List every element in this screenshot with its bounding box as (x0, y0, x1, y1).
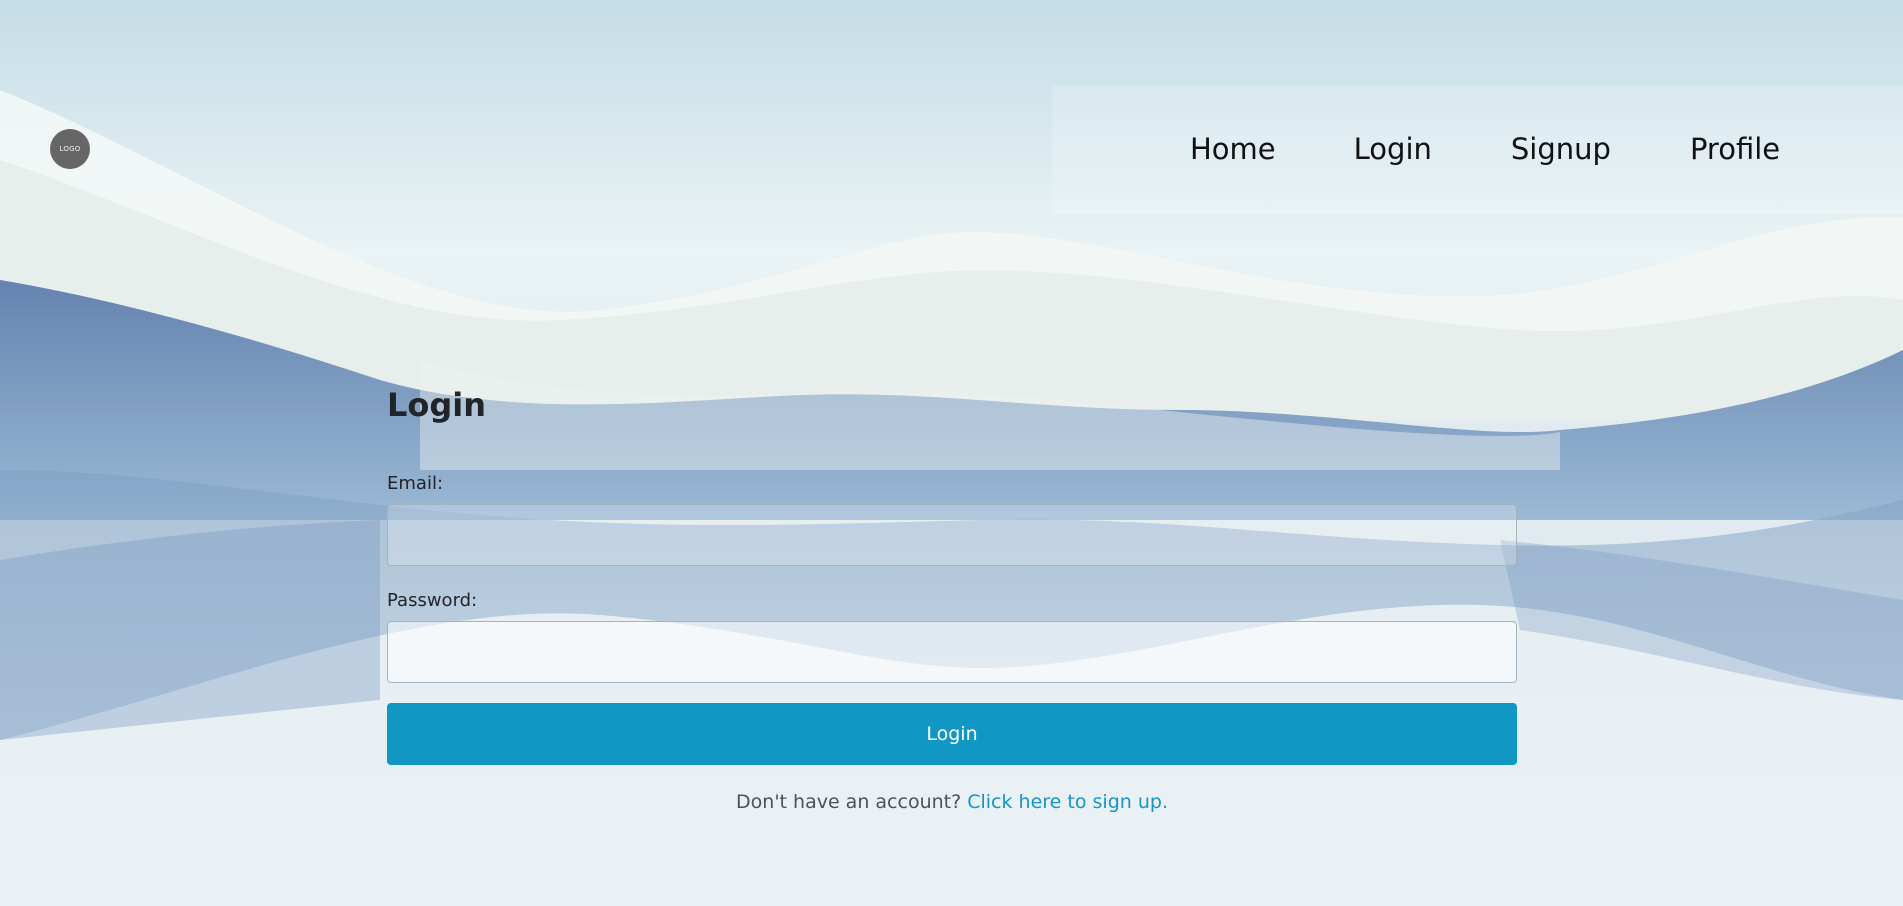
nav-signup-link[interactable]: Signup (1511, 128, 1611, 170)
email-field[interactable] (387, 504, 1517, 566)
email-label: Email: (387, 473, 444, 494)
page: LOGO Home Login Signup Profile Login Ema… (0, 0, 1903, 906)
nav-profile-link[interactable]: Profile (1690, 128, 1780, 170)
password-field[interactable] (387, 621, 1517, 683)
login-button[interactable]: Login (387, 703, 1517, 765)
login-form: Login Email: Password: Login Don't have … (387, 385, 1517, 815)
logo[interactable]: LOGO (50, 129, 90, 169)
signup-link[interactable]: Click here to sign up. (967, 791, 1168, 813)
signup-prompt-text: Don't have an account? (736, 791, 962, 813)
nav-home-link[interactable]: Home (1190, 128, 1276, 170)
password-label: Password: (387, 590, 478, 611)
signup-prompt-line: Don't have an account? Click here to sig… (387, 789, 1517, 815)
main-nav: Home Login Signup Profile (1190, 128, 1780, 170)
page-title: Login (387, 386, 487, 424)
nav-login-link[interactable]: Login (1354, 128, 1432, 170)
logo-text: LOGO (59, 145, 81, 153)
